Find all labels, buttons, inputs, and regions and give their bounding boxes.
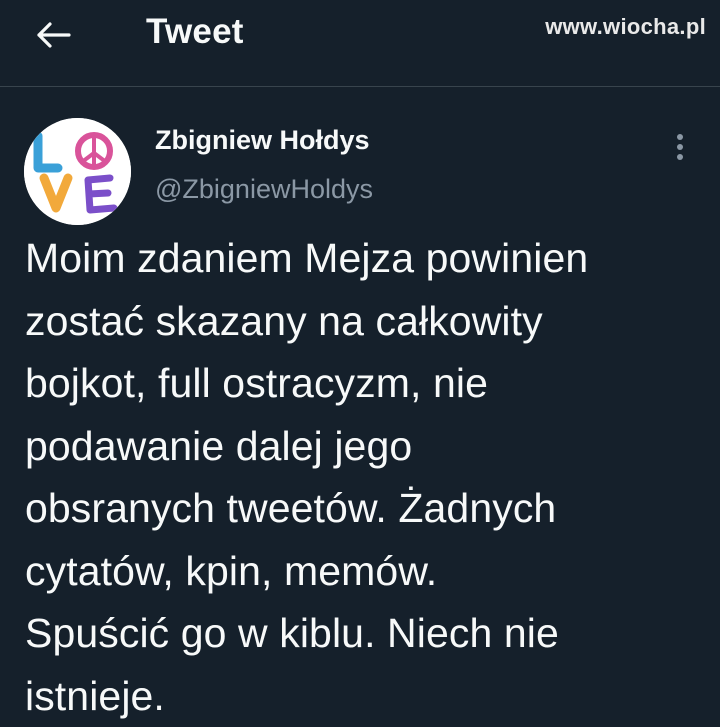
tweet-text: Moim zdaniem Mejza powinien zostać skaza…: [25, 235, 589, 719]
top-app-bar: Tweet www.wiocha.pl: [0, 0, 720, 87]
more-options-button[interactable]: [666, 130, 694, 164]
arrow-left-icon: [37, 22, 71, 48]
author-name[interactable]: Zbigniew Hołdys: [155, 125, 370, 156]
back-button[interactable]: [30, 14, 78, 56]
page-title: Tweet: [146, 12, 244, 51]
more-vertical-icon: [677, 134, 683, 160]
watermark: www.wiocha.pl: [545, 14, 706, 39]
avatar[interactable]: [24, 118, 131, 225]
love-logo-image: [24, 118, 131, 225]
author-handle[interactable]: @ZbigniewHoldys: [155, 174, 373, 205]
